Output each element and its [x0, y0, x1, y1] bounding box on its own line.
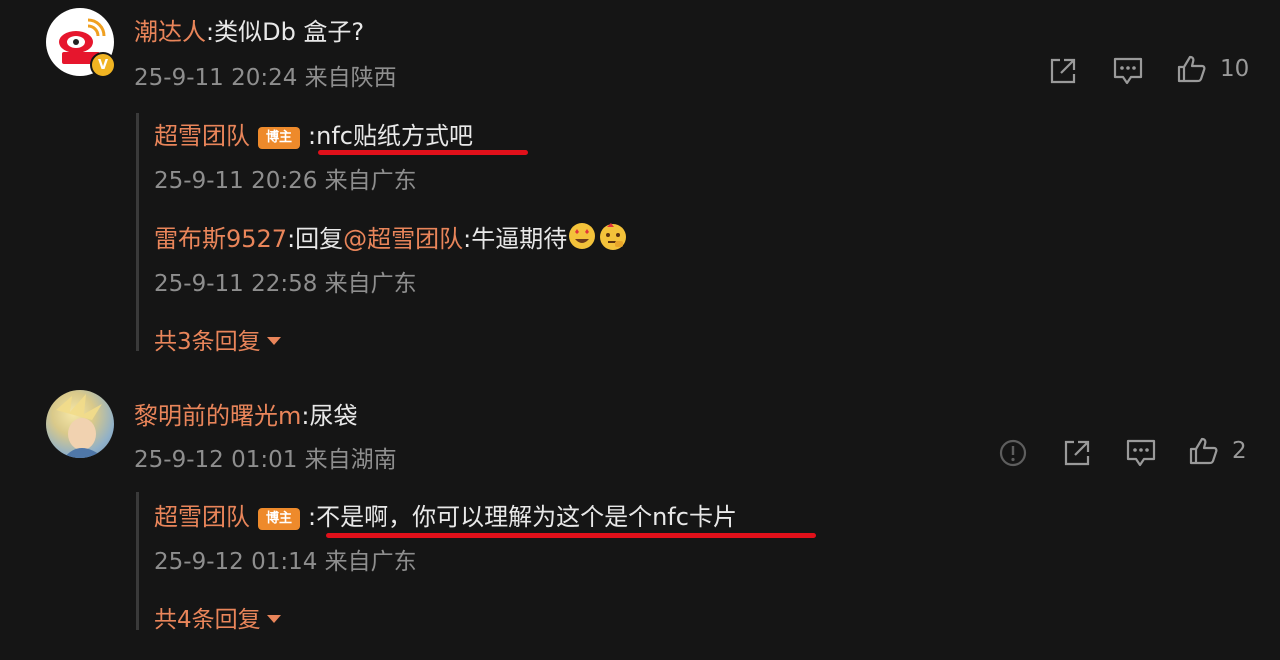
reply-thread-bar: [136, 492, 139, 630]
username[interactable]: 黎明前的曙光m: [134, 402, 301, 430]
reply-text: :回复: [287, 225, 344, 253]
like-count: 2: [1232, 438, 1247, 464]
share-icon: [1050, 58, 1076, 84]
red-underline-annotation: [318, 150, 528, 155]
like-button[interactable]: 10: [1176, 54, 1249, 84]
like-icon: [1177, 55, 1206, 83]
like-count: 10: [1220, 56, 1250, 82]
comment-meta: 25-9-11 20:24 来自陕西: [134, 65, 397, 91]
like-icon: [1189, 437, 1218, 465]
comment-meta: 25-9-12 01:01 来自湖南: [134, 447, 397, 473]
thinking-emoji-icon: [597, 221, 629, 257]
more-replies-label: 共3条回复: [154, 329, 261, 355]
reply-thread-bar: [136, 113, 139, 351]
like-button[interactable]: 2: [1188, 436, 1247, 466]
comment-icon: [1126, 439, 1156, 467]
share-button[interactable]: [1048, 56, 1078, 86]
reply-text: :牛逼期待: [463, 225, 568, 253]
reply-line: 雷布斯9527:回复@超雪团队:牛逼期待: [154, 219, 629, 257]
username[interactable]: 雷布斯9527: [154, 225, 287, 253]
avatar-image: [46, 390, 114, 458]
comment-text: :尿袋: [301, 402, 358, 430]
username[interactable]: 潮达人: [134, 18, 206, 46]
reply-line: 超雪团队 博主 :nfc贴纸方式吧: [154, 116, 473, 151]
reply-meta: 25-9-11 22:58 来自广东: [154, 271, 417, 297]
avatar[interactable]: V: [46, 8, 116, 78]
comment-button[interactable]: [1125, 438, 1157, 468]
share-icon: [1064, 440, 1090, 466]
comment-line: 潮达人:类似Db 盒子?: [134, 12, 364, 47]
red-underline-annotation: [326, 533, 816, 538]
reply-meta: 25-9-12 01:14 来自广东: [154, 549, 417, 575]
more-replies-link[interactable]: 共3条回复: [154, 322, 281, 356]
more-replies-link[interactable]: 共4条回复: [154, 600, 281, 634]
starstruck-emoji-icon: [567, 221, 597, 257]
chevron-down-icon: [266, 337, 281, 345]
reply-text: :不是啊，你可以理解为这个是个nfc卡片: [308, 503, 737, 531]
blogger-badge: 博主: [258, 127, 301, 149]
comment-button[interactable]: [1112, 56, 1144, 86]
username[interactable]: 超雪团队: [154, 503, 250, 531]
report-icon: [999, 439, 1027, 467]
comment-line: 黎明前的曙光m:尿袋: [134, 396, 357, 431]
comment-text: :类似Db 盒子?: [206, 18, 365, 46]
verified-badge: V: [90, 52, 116, 78]
blogger-badge: 博主: [258, 508, 301, 530]
share-button[interactable]: [1062, 438, 1092, 468]
report-button[interactable]: [998, 438, 1028, 468]
more-replies-label: 共4条回复: [154, 607, 261, 633]
avatar[interactable]: [46, 390, 114, 458]
mention-link[interactable]: @超雪团队: [343, 225, 463, 253]
username[interactable]: 超雪团队: [154, 122, 250, 150]
comment-page: V 潮达人:类似Db 盒子? 25-9-11 20:24 来自陕西 10 超雪团…: [0, 0, 1280, 660]
chevron-down-icon: [266, 615, 281, 623]
reply-meta: 25-9-11 20:26 来自广东: [154, 168, 417, 194]
comment-icon: [1113, 57, 1143, 85]
reply-line: 超雪团队 博主 :不是啊，你可以理解为这个是个nfc卡片: [154, 497, 737, 532]
reply-text: :nfc贴纸方式吧: [308, 122, 473, 150]
